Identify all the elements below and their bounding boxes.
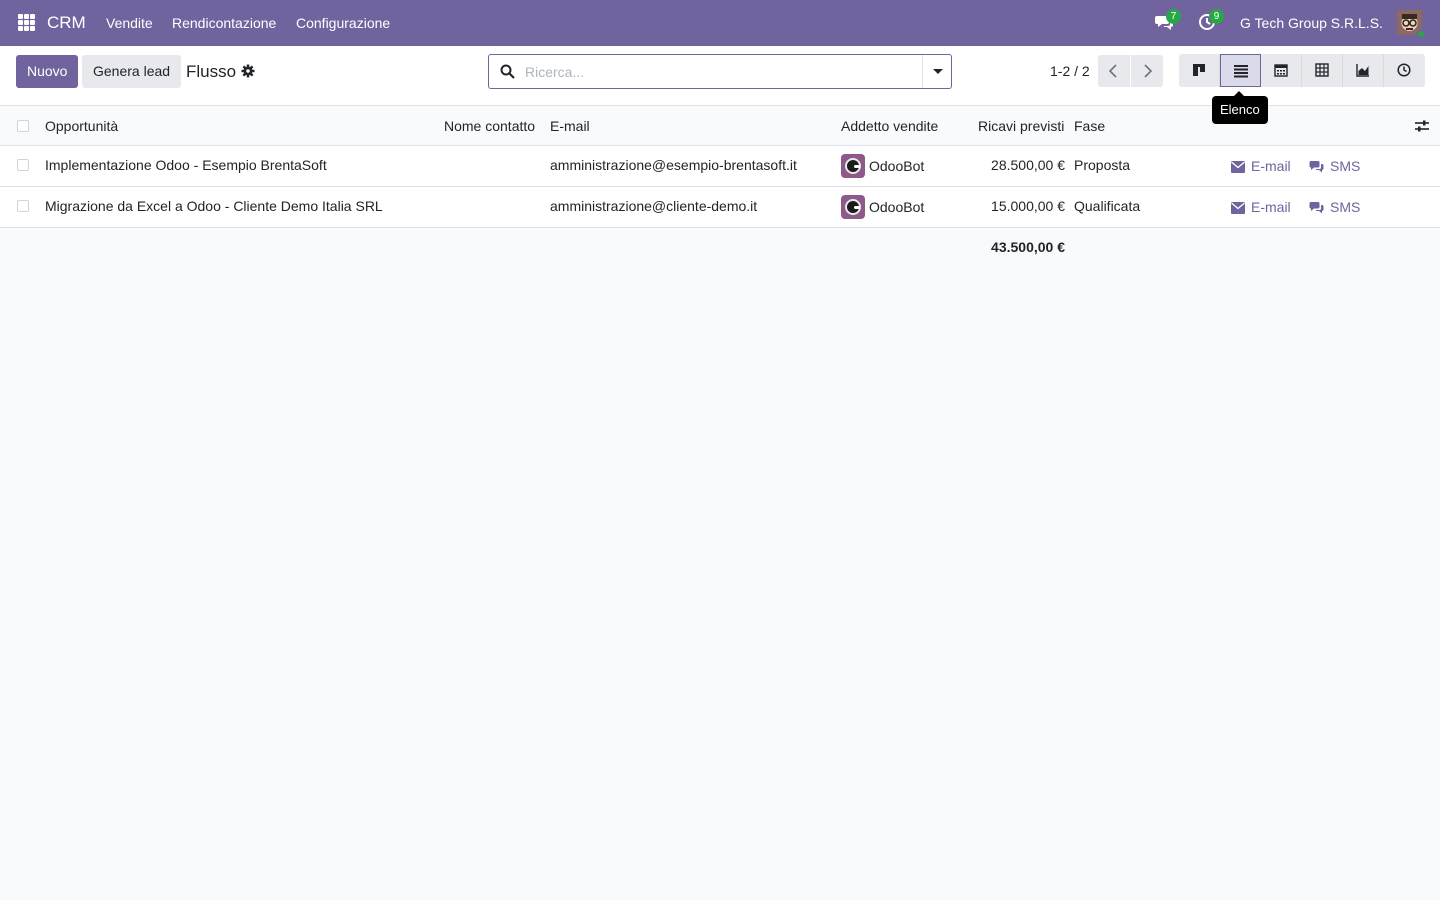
kanban-icon (1193, 64, 1205, 76)
view-pivot-button[interactable] (1302, 54, 1343, 87)
salesperson-name: OdooBot (869, 158, 925, 174)
apps-menu-icon[interactable] (18, 14, 35, 31)
opportunity-name: Migrazione da Excel a Odoo - Cliente Dem… (45, 198, 383, 214)
view-list-button[interactable] (1220, 54, 1261, 87)
top-navbar: CRM Vendite Rendicontazione Configurazio… (0, 0, 1440, 46)
opportunity-name: Implementazione Odoo - Esempio BrentaSof… (45, 157, 327, 173)
pager-previous-button[interactable] (1098, 55, 1130, 87)
new-button[interactable]: Nuovo (16, 55, 79, 88)
email-action-label: E-mail (1251, 158, 1291, 174)
menu-item-vendite[interactable]: Vendite (106, 15, 153, 31)
email-value: amministrazione@cliente-demo.it (550, 198, 758, 214)
sms-action-label: SMS (1330, 158, 1361, 174)
column-header-email[interactable]: E-mail (550, 118, 590, 134)
stage-value: Qualificata (1074, 198, 1141, 214)
sms-action-label: SMS (1330, 199, 1361, 215)
pivot-table-icon (1315, 63, 1329, 77)
list-icon (1234, 65, 1248, 78)
row-checkbox[interactable] (17, 200, 29, 212)
table-row[interactable]: Implementazione Odoo - Esempio BrentaSof… (0, 146, 1440, 187)
generate-lead-button[interactable]: Genera lead (82, 55, 182, 88)
envelope-icon (1231, 161, 1245, 173)
breadcrumb: Flusso (186, 62, 237, 81)
envelope-icon (1231, 202, 1245, 214)
select-all-checkbox[interactable] (17, 120, 29, 132)
view-calendar-button[interactable] (1261, 54, 1302, 87)
salesperson-name: OdooBot (869, 199, 925, 215)
table-row[interactable]: Migrazione da Excel a Odoo - Cliente Dem… (0, 187, 1440, 228)
email-action-label: E-mail (1251, 199, 1291, 215)
pager-next-button[interactable] (1131, 55, 1163, 87)
view-kanban-button[interactable] (1179, 54, 1220, 87)
column-header-salesperson[interactable]: Addetto vendite (841, 118, 938, 134)
column-header-revenue[interactable]: Ricavi previsti (978, 118, 1064, 134)
comments-icon (1309, 161, 1324, 173)
activities-count-badge: 9 (1209, 9, 1224, 24)
revenue-total: 43.500,00 € (991, 239, 1065, 255)
odoobot-avatar (841, 154, 865, 178)
gear-icon[interactable] (241, 64, 255, 78)
chevron-left-icon (1108, 64, 1117, 78)
pager-value[interactable]: 1-2 / 2 (1050, 63, 1090, 79)
menu-item-rendicontazione[interactable]: Rendicontazione (172, 15, 276, 31)
email-value: amministrazione@esempio-brentasoft.it (550, 157, 797, 173)
row-checkbox[interactable] (17, 159, 29, 171)
search-icon (500, 64, 515, 79)
column-header-opportunity[interactable]: Opportunità (45, 118, 118, 134)
view-activity-button[interactable] (1384, 54, 1425, 87)
online-status-dot (1416, 29, 1426, 39)
search-options-toggle[interactable] (922, 55, 951, 88)
activities-button[interactable]: 9 (1198, 9, 1224, 33)
column-header-contact[interactable]: Nome contatto (444, 118, 535, 134)
stage-value: Proposta (1074, 157, 1131, 173)
comments-icon (1309, 202, 1324, 214)
messages-button[interactable]: 7 (1155, 9, 1181, 33)
email-action-button[interactable]: E-mail (1231, 199, 1291, 215)
caret-down-icon (933, 69, 943, 74)
sms-action-button[interactable]: SMS (1309, 199, 1360, 215)
view-graph-button[interactable] (1343, 54, 1384, 87)
search-input[interactable] (525, 62, 915, 82)
sms-action-button[interactable]: SMS (1309, 158, 1360, 174)
company-switcher[interactable]: G Tech Group S.R.L.S. (1240, 15, 1383, 31)
column-options-icon[interactable] (1414, 118, 1430, 134)
odoobot-avatar (841, 195, 865, 219)
app-name[interactable]: CRM (47, 13, 86, 33)
expected-revenue: 15.000,00 € (991, 198, 1065, 214)
expected-revenue: 28.500,00 € (991, 157, 1065, 173)
view-tooltip: Elenco (1212, 91, 1268, 124)
chevron-right-icon (1144, 64, 1153, 78)
menu-item-configurazione[interactable]: Configurazione (296, 15, 390, 31)
column-header-stage[interactable]: Fase (1074, 118, 1105, 134)
search-bar (488, 54, 952, 89)
user-avatar[interactable] (1397, 10, 1426, 39)
email-action-button[interactable]: E-mail (1231, 158, 1291, 174)
area-chart-icon (1356, 64, 1369, 77)
clock-icon (1397, 63, 1411, 77)
messages-count-badge: 7 (1166, 9, 1181, 24)
calendar-icon (1274, 64, 1288, 77)
